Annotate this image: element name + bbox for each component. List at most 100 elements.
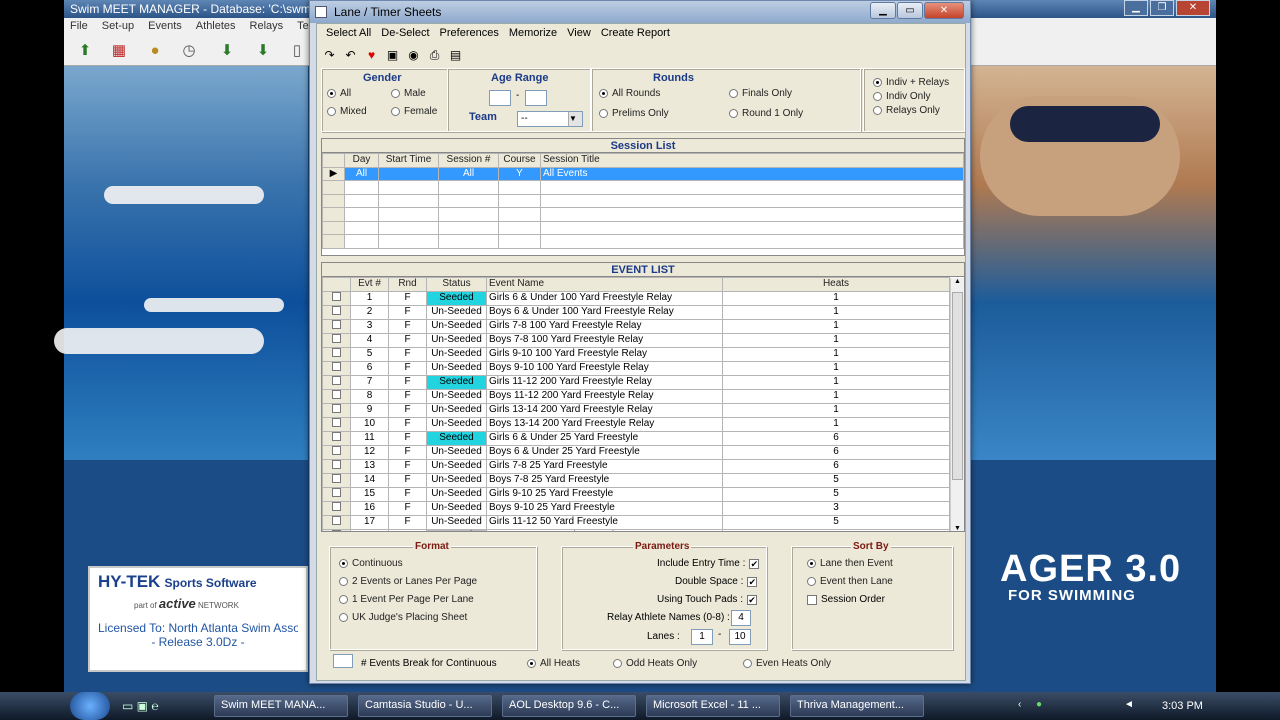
session-row-selected[interactable]: ▶ All All Y All Events (322, 166, 964, 181)
event-row[interactable]: 15 F Un-Seeded Girls 9-10 25 Yard Freestyle… (322, 486, 950, 502)
stopwatch-icon[interactable]: ◷ (178, 40, 200, 62)
event-row-checkbox[interactable] (322, 290, 351, 306)
maximize-button[interactable]: ▭ (897, 2, 923, 19)
col-event-num[interactable]: Evt # (350, 277, 389, 292)
col-round[interactable]: Rnd (388, 277, 427, 292)
event-row-checkbox[interactable] (322, 430, 351, 446)
session-order-checkbox[interactable]: Session Order (807, 594, 885, 605)
checkbox-icon[interactable] (332, 306, 341, 315)
event-row-checkbox[interactable] (322, 514, 351, 530)
event-row[interactable]: 6 F Un-Seeded Boys 9-10 100 Yard Freestyle … (322, 360, 950, 376)
event-row-checkbox[interactable] (322, 444, 351, 460)
checkbox-icon[interactable] (332, 292, 341, 301)
checkbox-icon[interactable] (332, 516, 341, 525)
event-row[interactable]: 18FScoredBoys 11-12 50 Yard Freestyle2 (322, 528, 950, 531)
menu-memorize[interactable]: Memorize (504, 27, 562, 43)
export-icon[interactable]: ▤ (447, 46, 464, 64)
col-start-time[interactable]: Start Time (378, 153, 439, 168)
events-break-input[interactable] (333, 654, 353, 668)
age-to-input[interactable] (525, 90, 547, 106)
event-row[interactable]: 7 F Seeded Girls 11-12 200 Yard Freestyle R… (322, 374, 950, 390)
taskbar-item-aol[interactable]: AOL Desktop 9.6 - C... (502, 695, 636, 717)
download-icon[interactable]: ⬇ (252, 40, 274, 62)
format-1-event-radio[interactable]: 1 Event Per Page Per Lane (339, 594, 474, 605)
event-row-checkbox[interactable] (322, 360, 351, 376)
event-row-checkbox[interactable] (322, 318, 351, 334)
menu-setup[interactable]: Set-up (102, 20, 134, 34)
upload-icon[interactable]: ⬆ (74, 40, 96, 62)
relays-only-radio[interactable]: Relays Only (873, 105, 940, 116)
event-row[interactable]: 3 F Un-Seeded Girls 7-8 100 Yard Freestyle … (322, 318, 950, 334)
col-day[interactable]: Day (344, 153, 379, 168)
checkbox-icon[interactable] (332, 460, 341, 469)
checkbox-icon[interactable] (332, 432, 341, 441)
rounds-prelims-radio[interactable]: Prelims Only (599, 108, 669, 119)
checkbox-icon[interactable] (332, 446, 341, 455)
col-status[interactable]: Status (426, 277, 487, 292)
rounds-round1-radio[interactable]: Round 1 Only (729, 108, 803, 119)
menu-deselect[interactable]: De-Select (376, 27, 434, 43)
team-select[interactable]: -- ▼ (517, 111, 583, 127)
all-heats-radio[interactable]: All Heats (527, 658, 580, 669)
event-row-checkbox[interactable] (322, 416, 351, 432)
close-button[interactable]: ✕ (924, 2, 964, 19)
col-event-name[interactable]: Event Name (486, 277, 723, 292)
col-session-title[interactable]: Session Title (540, 153, 964, 168)
event-row[interactable]: 5 F Un-Seeded Girls 9-10 100 Yard Freestyle… (322, 346, 950, 362)
event-row[interactable]: 8 F Un-Seeded Boys 11-12 200 Yard Freestyle… (322, 388, 950, 404)
event-row[interactable]: 11 F Seeded Girls 6 & Under 25 Yard Freesty… (322, 430, 950, 446)
age-from-input[interactable] (489, 90, 511, 106)
format-uk-judge-radio[interactable]: UK Judge's Placing Sheet (339, 612, 467, 623)
include-entry-time-checkbox[interactable]: Include Entry Time : ✔ (657, 558, 760, 569)
menu-preferences[interactable]: Preferences (435, 27, 504, 43)
gender-mixed-radio[interactable]: Mixed (327, 106, 367, 117)
menu-file[interactable]: File (70, 20, 88, 34)
event-row[interactable]: 1 F Seeded Girls 6 & Under 100 Yard Freesty… (322, 290, 950, 306)
event-row[interactable]: 16 F Un-Seeded Boys 9-10 25 Yard Freestyle 3 (322, 500, 950, 516)
network-icon[interactable]: ● (1036, 699, 1048, 711)
touch-pads-checkbox[interactable]: Using Touch Pads : ✔ (657, 594, 757, 605)
checkbox-icon[interactable] (332, 320, 341, 329)
maximize-button[interactable]: ❐ (1150, 0, 1174, 16)
preview-eye-icon[interactable]: ◉ (405, 46, 422, 64)
event-row-checkbox[interactable] (322, 402, 351, 418)
event-row-checkbox[interactable] (322, 388, 351, 404)
checkbox-icon[interactable] (332, 362, 341, 371)
menu-relays[interactable]: Relays (250, 20, 284, 34)
format-2-events-radio[interactable]: 2 Events or Lanes Per Page (339, 576, 477, 587)
download-icon[interactable]: ⬇ (216, 40, 238, 62)
checkbox-icon[interactable] (332, 390, 341, 399)
document-icon[interactable]: ▯ (286, 40, 308, 62)
minimize-button[interactable]: ▁ (870, 2, 896, 19)
quicklaunch-icons[interactable]: ▭ ▣ ℮ (122, 699, 159, 713)
gender-female-radio[interactable]: Female (391, 106, 437, 117)
event-row-checkbox[interactable] (322, 458, 351, 474)
scrollbar-thumb[interactable] (952, 292, 963, 480)
event-row-checkbox[interactable] (322, 486, 351, 502)
checkbox-icon[interactable] (332, 404, 341, 413)
event-row[interactable]: 14 F Un-Seeded Boys 7-8 25 Yard Freestyle 5 (322, 472, 950, 488)
minimize-button[interactable]: ▁ (1124, 0, 1148, 16)
redo-icon[interactable]: ↷ (321, 46, 338, 64)
lanes-from-input[interactable]: 1 (691, 629, 713, 645)
indiv-relays-radio[interactable]: Indiv + Relays (873, 77, 949, 88)
close-button[interactable]: ✕ (1176, 0, 1210, 16)
event-row-checkbox[interactable] (322, 332, 351, 348)
event-row[interactable]: 9 F Un-Seeded Girls 13-14 200 Yard Freestyl… (322, 402, 950, 418)
event-row-checkbox[interactable] (322, 528, 351, 531)
col-heats[interactable]: Heats (722, 277, 950, 292)
clock[interactable]: 3:03 PM (1162, 700, 1203, 712)
event-row[interactable]: 13 F Un-Seeded Girls 7-8 25 Yard Freestyle 6 (322, 458, 950, 474)
even-heats-radio[interactable]: Even Heats Only (743, 658, 831, 669)
checkbox-icon[interactable] (332, 474, 341, 483)
menu-create-report[interactable]: Create Report (596, 27, 675, 43)
event-list-scrollbar[interactable]: ▲ ▼ (950, 278, 964, 531)
event-row[interactable]: 12 F Un-Seeded Boys 6 & Under 25 Yard Frees… (322, 444, 950, 460)
taskbar-item-thriva[interactable]: Thriva Management... (790, 695, 924, 717)
double-space-checkbox[interactable]: Double Space : ✔ (675, 576, 758, 587)
checkbox-icon[interactable] (332, 488, 341, 497)
checkbox-icon[interactable] (332, 376, 341, 385)
event-row-checkbox[interactable] (322, 472, 351, 488)
scroll-up-icon[interactable]: ▲ (951, 278, 964, 285)
event-row-checkbox[interactable] (322, 304, 351, 320)
